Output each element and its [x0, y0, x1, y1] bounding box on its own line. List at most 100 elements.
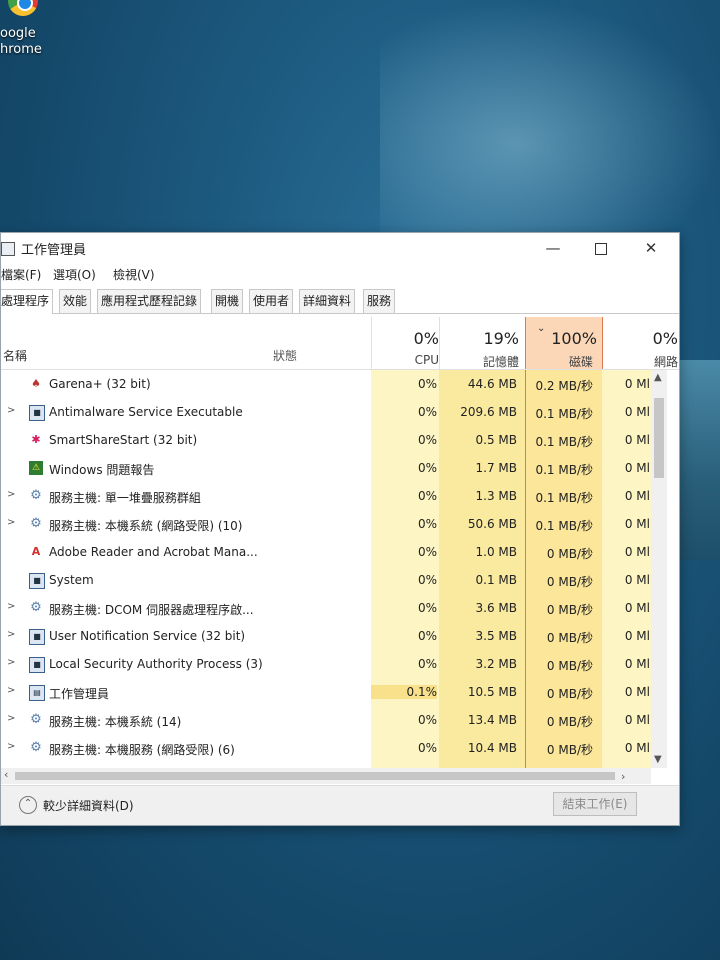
header-cpu-label[interactable]: CPU — [371, 353, 439, 367]
expand-chevron-icon[interactable]: > — [7, 489, 15, 500]
task-manager-icon — [1, 242, 15, 256]
header-cpu-percent[interactable]: 0% — [371, 329, 439, 348]
process-memory: 3.6 MB — [475, 601, 517, 615]
menu-file[interactable]: 檔案(F) — [1, 266, 41, 283]
close-button[interactable]: ✕ — [629, 235, 673, 261]
header-memory-label[interactable]: 記憶體 — [439, 353, 519, 370]
expand-chevron-icon[interactable]: > — [7, 517, 15, 528]
scroll-up-icon[interactable]: ▲ — [654, 372, 662, 383]
header-status[interactable]: 狀態 — [273, 347, 297, 364]
process-network: 0 Ml — [624, 405, 650, 419]
gear-icon: ⚙ — [30, 740, 42, 755]
process-network: 0 Ml — [624, 517, 650, 531]
scroll-left-icon[interactable]: ‹ — [4, 768, 8, 781]
header-disk-label[interactable]: 磁碟 — [525, 353, 593, 370]
vertical-scrollbar[interactable]: ▲ ▼ — [651, 370, 667, 768]
vertical-scroll-thumb[interactable] — [654, 398, 664, 478]
tab-processes[interactable]: 處理程序 — [1, 289, 54, 314]
process-memory: 0.1 MB — [475, 573, 517, 587]
gear-icon: ⚙ — [30, 488, 42, 503]
process-row[interactable]: ♠ Garena+ (32 bit) 0% 44.6 MB 0.2 MB/秒 0 Ml — [1, 370, 651, 398]
task-manager-window: 工作管理員 — ✕ 檔案(F) 選項(O) 檢視(V) 處理程序 效能 應用程式… — [0, 232, 680, 826]
process-network: 0 Ml — [624, 657, 650, 671]
scroll-right-icon[interactable]: › — [621, 770, 625, 783]
process-row[interactable]: > ■ Antimalware Service Executable 0% 209.6 … — [1, 398, 651, 426]
expand-chevron-icon[interactable]: > — [7, 657, 15, 668]
tab-app-history[interactable]: 應用程式歷程記錄 — [97, 289, 202, 313]
process-cpu: 0% — [417, 629, 437, 643]
process-row[interactable]: A Adobe Reader and Acrobat Mana... 0% 1.0 M… — [1, 538, 651, 566]
tab-users[interactable]: 使用者 — [249, 289, 294, 313]
process-memory: 10.5 MB — [467, 685, 517, 699]
process-cpu: 0% — [417, 433, 437, 447]
expand-chevron-icon[interactable]: > — [7, 405, 15, 416]
expand-chevron-icon[interactable]: > — [7, 741, 15, 752]
process-name: Local Security Authority Process (3) — [49, 657, 263, 671]
desktop-shortcut-chrome[interactable]: oogle hrome — [0, 0, 60, 70]
process-disk: 0.1 MB/秒 — [535, 407, 593, 421]
title-bar[interactable]: 工作管理員 — ✕ — [1, 233, 679, 263]
process-row[interactable]: > ■ Local Security Authority Process (3) 0%… — [1, 650, 651, 678]
chevron-up-icon[interactable]: ⌃ — [19, 796, 37, 814]
tab-performance[interactable]: 效能 — [59, 289, 92, 313]
header-disk-percent[interactable]: 100% — [525, 329, 597, 348]
process-row[interactable]: > ⚙ 服務主機: 本機服務 (網路受限) (6) 0% 10.4 MB 0 MB/秒 0 … — [1, 734, 651, 762]
chrome-icon — [8, 0, 38, 16]
process-row[interactable]: > ⚙ 服務主機: 單一堆疊服務群組 0% 1.3 MB 0.1 MB/秒 0 Ml — [1, 482, 651, 510]
process-network: 0 Ml — [624, 433, 650, 447]
process-network: 0 Ml — [624, 601, 650, 615]
report-icon: ⚠ — [29, 461, 43, 475]
expand-chevron-icon[interactable]: > — [7, 685, 15, 696]
expand-chevron-icon[interactable]: > — [7, 629, 15, 640]
process-row[interactable]: > ⚙ 服務主機: 本機系統 (網路受限) (10) 0% 50.6 MB 0.1 MB/… — [1, 510, 651, 538]
process-name: 工作管理員 — [49, 687, 110, 701]
process-memory: 44.6 MB — [467, 377, 517, 391]
tab-services[interactable]: 服務 — [363, 289, 396, 313]
process-row[interactable]: ⚠ Windows 問題報告 0% 1.7 MB 0.1 MB/秒 0 Ml — [1, 454, 651, 482]
process-network: 0 Ml — [624, 377, 650, 391]
process-disk: 0 MB/秒 — [546, 631, 593, 645]
fewer-details-link[interactable]: 較少詳細資料(D) — [43, 797, 134, 814]
process-row[interactable]: > ⚙ 服務主機: 本機系統 (14) 0% 13.4 MB 0 MB/秒 0 Ml — [1, 706, 651, 734]
gear-icon: ⚙ — [30, 516, 42, 531]
header-memory-percent[interactable]: 19% — [439, 329, 519, 348]
process-cpu: 0.1% — [371, 685, 437, 699]
process-cpu: 0% — [417, 657, 437, 671]
process-name: System — [49, 573, 94, 587]
process-cpu: 0% — [417, 489, 437, 503]
tab-startup[interactable]: 開機 — [211, 289, 244, 313]
process-name: User Notification Service (32 bit) — [49, 629, 246, 643]
expand-chevron-icon[interactable]: > — [7, 601, 15, 612]
process-name: 服務主機: 本機系統 (14) — [49, 715, 182, 729]
process-name: 服務主機: 本機系統 (網路受限) (10) — [49, 519, 243, 533]
expand-chevron-icon[interactable]: > — [7, 713, 15, 724]
horizontal-scrollbar[interactable]: ‹ › — [1, 768, 651, 784]
scroll-down-icon[interactable]: ▼ — [654, 754, 662, 765]
maximize-button[interactable] — [579, 235, 623, 261]
menu-options[interactable]: 選項(O) — [53, 266, 96, 283]
process-row[interactable]: > ⚙ 服務主機: DCOM 伺服器處理程序啟... 0% 3.6 MB 0 MB/秒 0 … — [1, 594, 651, 622]
process-row[interactable]: > ■ User Notification Service (32 bit) 0% 3.… — [1, 622, 651, 650]
header-network-label[interactable]: 網路 — [602, 353, 678, 370]
header-network-percent[interactable]: 0% — [602, 329, 678, 348]
minimize-button[interactable]: — — [531, 235, 575, 261]
process-cpu: 0% — [417, 461, 437, 475]
process-row[interactable]: > ▤ 工作管理員 0.1% 10.5 MB 0 MB/秒 0 Ml — [1, 678, 651, 706]
desktop-shortcut-label-2: hrome — [0, 42, 42, 57]
process-row[interactable]: ✱ SmartShareStart (32 bit) 0% 0.5 MB 0.1 MB/… — [1, 426, 651, 454]
horizontal-scroll-thumb[interactable] — [15, 772, 615, 780]
process-row[interactable]: ■ System 0% 0.1 MB 0 MB/秒 0 Ml — [1, 566, 651, 594]
header-name[interactable]: 名稱 — [3, 347, 27, 364]
process-memory: 50.6 MB — [467, 517, 517, 531]
process-name: SmartShareStart (32 bit) — [49, 433, 198, 447]
end-task-button[interactable]: 結束工作(E) — [553, 792, 637, 816]
process-disk: 0.1 MB/秒 — [535, 463, 593, 477]
menu-view[interactable]: 檢視(V) — [113, 266, 155, 283]
process-name: 服務主機: 本機服務 (網路受限) (6) — [49, 743, 235, 757]
desktop-shortcut-label-1: oogle — [0, 26, 36, 41]
garena-icon: ♠ — [31, 377, 41, 390]
tab-bar: 處理程序 效能 應用程式歷程記錄 開機 使用者 詳細資料 服務 — [1, 289, 679, 314]
process-name: 服務主機: 單一堆疊服務群組 — [49, 491, 201, 505]
tab-details[interactable]: 詳細資料 — [299, 289, 356, 313]
window-icon: ■ — [29, 405, 45, 421]
